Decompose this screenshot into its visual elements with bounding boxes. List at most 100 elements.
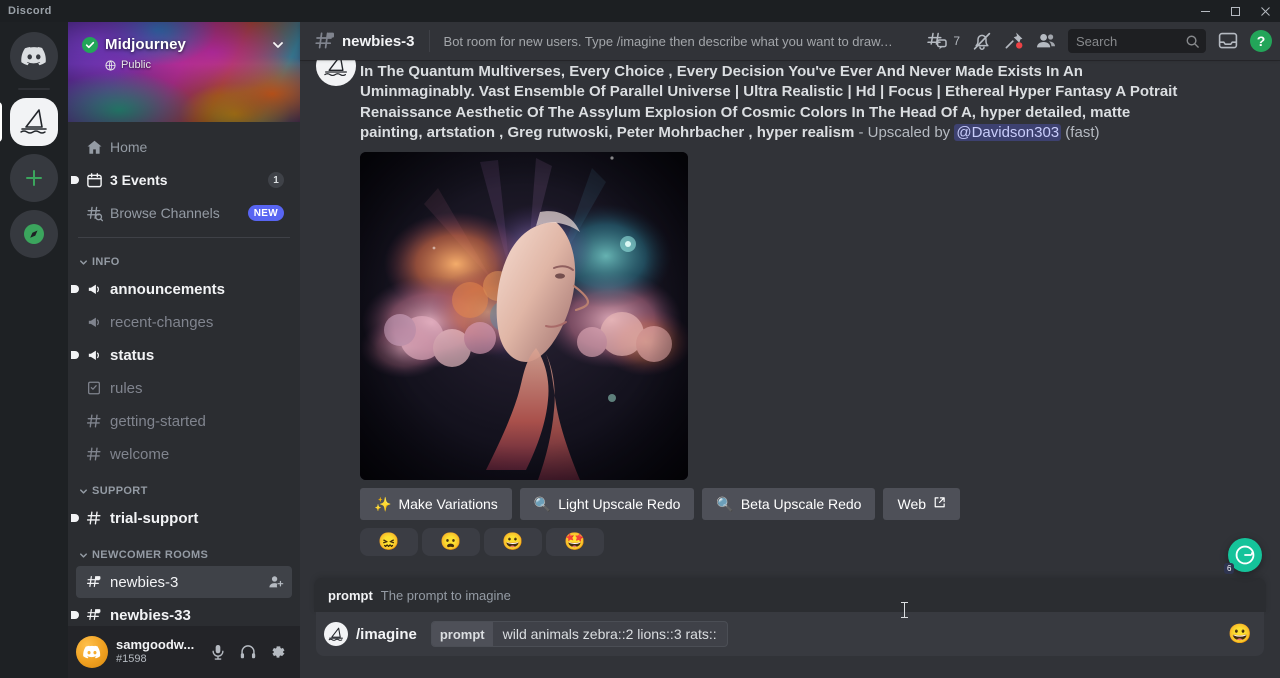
hash-icon bbox=[84, 444, 104, 464]
message-body: In The Quantum Multiverses, Every Choice… bbox=[356, 62, 1264, 556]
rules-icon bbox=[84, 378, 104, 398]
generated-image[interactable] bbox=[360, 152, 688, 480]
grammarly-count: 6 bbox=[1224, 563, 1234, 574]
server-rail bbox=[0, 22, 68, 678]
message-list[interactable]: In The Quantum Multiverses, Every Choice… bbox=[300, 60, 1280, 578]
user-mention[interactable]: @Davidson303 bbox=[954, 124, 1061, 141]
beta-upscale-redo-label: Beta Upscale Redo bbox=[741, 496, 862, 512]
slash-command-hint: prompt The prompt to imagine bbox=[314, 578, 1266, 612]
grammarly-button[interactable]: 6 bbox=[1228, 538, 1262, 572]
sidebar-item-status[interactable]: status bbox=[76, 339, 292, 371]
magnifier-icon: 🔍 bbox=[534, 497, 551, 511]
channel-label-newbies-3: newbies-3 bbox=[110, 574, 178, 591]
channel-label-rules: rules bbox=[110, 380, 143, 397]
close-button[interactable] bbox=[1250, 0, 1280, 22]
sidebar-item-rules[interactable]: rules bbox=[76, 372, 292, 404]
minimize-button[interactable] bbox=[1190, 0, 1220, 22]
reaction-emoji: 😦 bbox=[440, 532, 461, 552]
sidebar-item-browse-channels[interactable]: Browse Channels NEW bbox=[76, 197, 292, 229]
gear-icon[interactable] bbox=[264, 638, 292, 666]
maximize-button[interactable] bbox=[1220, 0, 1250, 22]
sidebar-item-welcome[interactable]: welcome bbox=[76, 438, 292, 470]
sidebar-item-getting-started[interactable]: getting-started bbox=[76, 405, 292, 437]
category-label-support: SUPPORT bbox=[92, 485, 148, 497]
light-upscale-redo-button[interactable]: 🔍 Light Upscale Redo bbox=[520, 488, 695, 520]
add-server-button[interactable] bbox=[10, 154, 58, 202]
command-argument-chip[interactable]: prompt wild animals zebra::2 lions::3 ra… bbox=[431, 621, 728, 647]
notifications-muted-icon[interactable] bbox=[968, 27, 996, 55]
sidebar-item-announcements[interactable]: announcements bbox=[76, 273, 292, 305]
sidebar-item-label-browse: Browse Channels bbox=[110, 205, 220, 221]
slash-hint-key: prompt bbox=[328, 588, 373, 603]
threads-icon[interactable] bbox=[923, 27, 951, 55]
app-title: Discord bbox=[0, 5, 52, 17]
discord-window: Discord bbox=[0, 0, 1280, 678]
message-item: In The Quantum Multiverses, Every Choice… bbox=[300, 60, 1280, 556]
channel-label-trial-support: trial-support bbox=[110, 510, 198, 527]
inbox-icon[interactable] bbox=[1214, 27, 1242, 55]
sidebar-item-home[interactable]: Home bbox=[76, 131, 292, 163]
add-member-icon[interactable] bbox=[268, 574, 284, 590]
events-badge: 1 bbox=[268, 172, 284, 188]
chevron-down-icon bbox=[78, 257, 89, 268]
reaction-star-struck-face[interactable]: 🤩 bbox=[546, 528, 604, 556]
globe-icon bbox=[105, 60, 116, 71]
help-icon[interactable]: ? bbox=[1250, 30, 1272, 52]
headphones-icon[interactable] bbox=[234, 638, 262, 666]
unread-indicator bbox=[71, 285, 79, 293]
server-icon-midjourney[interactable] bbox=[10, 98, 58, 146]
avatar[interactable] bbox=[76, 636, 108, 668]
member-list-icon[interactable] bbox=[1032, 27, 1060, 55]
category-label-newcomer-rooms: NEWCOMER ROOMS bbox=[92, 549, 208, 561]
rail-divider bbox=[18, 88, 50, 90]
sidebar-item-events[interactable]: 3 Events 1 bbox=[76, 164, 292, 196]
web-label: Web bbox=[897, 496, 926, 512]
explore-servers-button[interactable] bbox=[10, 210, 58, 258]
channel-label-status: status bbox=[110, 347, 154, 364]
chevron-down-icon bbox=[78, 550, 89, 561]
microphone-icon[interactable] bbox=[204, 638, 232, 666]
reaction-frowning-face[interactable]: 😦 bbox=[422, 528, 480, 556]
argument-key: prompt bbox=[432, 622, 493, 646]
generated-image-render bbox=[360, 152, 688, 480]
forum-icon bbox=[84, 605, 104, 625]
chevron-down-icon[interactable] bbox=[270, 37, 286, 53]
user-info[interactable]: samgoodw... #1598 bbox=[116, 638, 196, 666]
beta-upscale-redo-button[interactable]: 🔍 Beta Upscale Redo bbox=[702, 488, 875, 520]
pinned-messages-icon[interactable] bbox=[1000, 27, 1028, 55]
page-title: newbies-3 bbox=[342, 33, 415, 50]
emoji-picker-button[interactable]: 😀 bbox=[1226, 620, 1254, 648]
make-variations-button[interactable]: ✨ Make Variations bbox=[360, 488, 512, 520]
category-support[interactable]: SUPPORT bbox=[68, 471, 300, 501]
category-info[interactable]: INFO bbox=[68, 242, 300, 272]
search-input[interactable]: Search bbox=[1068, 29, 1206, 53]
sidebar-item-trial-support[interactable]: trial-support bbox=[76, 502, 292, 534]
web-button[interactable]: Web bbox=[883, 488, 960, 520]
unread-indicator bbox=[71, 176, 79, 184]
category-newcomer-rooms[interactable]: NEWCOMER ROOMS bbox=[68, 535, 300, 565]
user-controls bbox=[204, 638, 292, 666]
sidebar-item-newbies-3[interactable]: newbies-3 bbox=[76, 566, 292, 598]
message-input[interactable]: /imagine prompt wild animals zebra::2 li… bbox=[316, 612, 1264, 656]
sidebar-item-newbies-33[interactable]: newbies-33 bbox=[76, 599, 292, 626]
message-reactions: 😖 😦 😀 🤩 bbox=[360, 528, 1264, 556]
server-banner[interactable]: Midjourney Public bbox=[68, 22, 300, 122]
light-upscale-redo-label: Light Upscale Redo bbox=[558, 496, 680, 512]
header-divider bbox=[429, 30, 430, 52]
sidebar-item-recent-changes[interactable]: recent-changes bbox=[76, 306, 292, 338]
announcement-icon bbox=[84, 312, 104, 332]
message-avatar-column bbox=[316, 62, 356, 556]
external-link-icon bbox=[933, 496, 946, 511]
main-content: newbies-3 Bot room for new users. Type /… bbox=[300, 22, 1280, 678]
avatar[interactable] bbox=[316, 60, 356, 86]
reaction-grinning-face[interactable]: 😀 bbox=[484, 528, 542, 556]
home-icon bbox=[84, 137, 104, 157]
server-icon-discord-home[interactable] bbox=[10, 32, 58, 80]
reaction-confounded-face[interactable]: 😖 bbox=[360, 528, 418, 556]
composer-area: 6 prompt The prompt to imagine /imagine bbox=[300, 578, 1280, 678]
user-discriminator: #1598 bbox=[116, 653, 196, 666]
speed-note: (fast) bbox=[1061, 124, 1099, 141]
reaction-emoji: 🤩 bbox=[564, 532, 585, 552]
sidebar-divider bbox=[78, 237, 290, 238]
app-body: Midjourney Public bbox=[0, 22, 1280, 678]
